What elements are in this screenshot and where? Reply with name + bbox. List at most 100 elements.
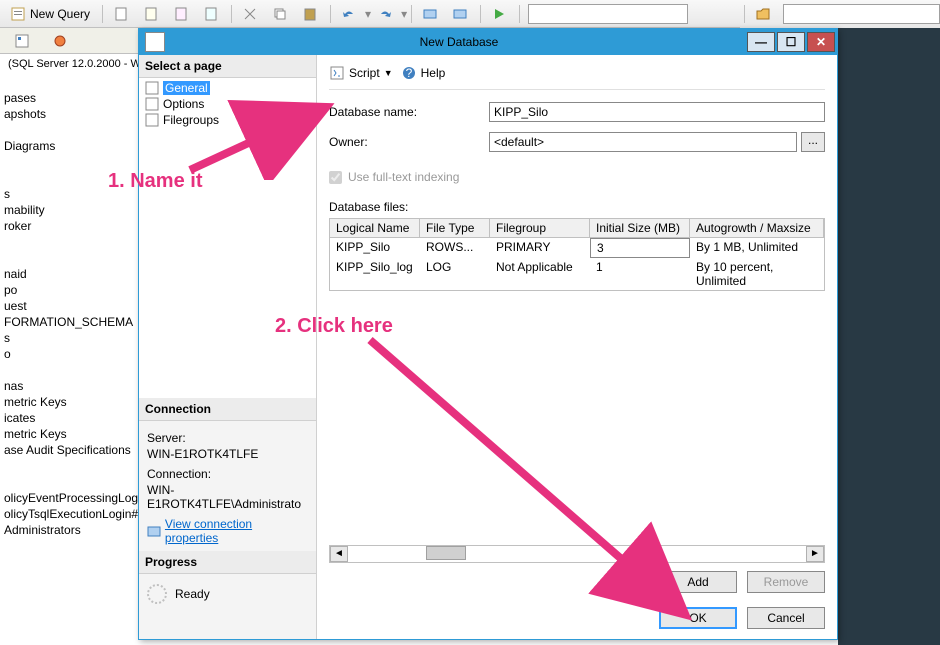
maximize-button[interactable]: ☐	[777, 32, 805, 52]
toolbar-btn-2[interactable]	[137, 4, 165, 24]
dialog-titlebar[interactable]: New Database — ☐ ✕	[139, 29, 837, 55]
undo-button[interactable]	[335, 4, 363, 24]
cut-button[interactable]	[236, 4, 264, 24]
cell-growth[interactable]: By 1 MB, Unlimited	[690, 238, 824, 258]
tree-item[interactable]: olicyTsqlExecutionLogin#	[0, 506, 138, 522]
add-button[interactable]: Add	[659, 571, 737, 593]
view-connection-properties-link[interactable]: View connection properties	[147, 517, 308, 545]
redo-button[interactable]	[371, 4, 399, 24]
nav-icon	[422, 6, 438, 22]
horizontal-scrollbar[interactable]: ◄ ►	[329, 545, 825, 563]
toolbar-combo-2[interactable]	[783, 4, 940, 24]
cancel-button[interactable]: Cancel	[747, 607, 825, 629]
cell-filegroup[interactable]: PRIMARY	[490, 238, 590, 258]
cut-icon	[242, 6, 258, 22]
copy-button[interactable]	[266, 4, 294, 24]
help-button[interactable]: ? Help	[401, 65, 446, 81]
database-files-label: Database files:	[329, 200, 825, 214]
toolbar-btn-1[interactable]	[107, 4, 135, 24]
tree-item[interactable]: uest	[0, 298, 138, 314]
paste-button[interactable]	[296, 4, 324, 24]
toolbar-combo-1[interactable]	[528, 4, 688, 24]
cell-growth[interactable]: By 10 percent, Unlimited	[690, 258, 824, 290]
scroll-thumb[interactable]	[426, 546, 466, 560]
tree-item[interactable]: pases	[0, 90, 138, 106]
scroll-left-arrow[interactable]: ◄	[330, 546, 348, 562]
folder-button[interactable]	[749, 4, 777, 24]
tree-item[interactable]: Administrators	[0, 522, 138, 538]
redo-icon	[377, 6, 393, 22]
owner-input[interactable]	[489, 132, 797, 152]
toolbar-btn-4[interactable]	[197, 4, 225, 24]
page-list: General Options Filegroups	[139, 78, 316, 398]
toolbar-separator	[744, 5, 745, 23]
doc-icon	[143, 6, 159, 22]
tree-item[interactable]: Diagrams	[0, 138, 138, 154]
tree-item[interactable]: ase Audit Specifications	[0, 442, 138, 458]
ok-button[interactable]: OK	[659, 607, 737, 629]
link-text: View connection properties	[165, 517, 308, 545]
object-explorer-tree[interactable]: pases apshots Diagrams s mability roker …	[0, 90, 138, 645]
progress-status: Ready	[175, 587, 210, 601]
tree-item[interactable]: olicyEventProcessingLogin	[0, 490, 138, 506]
play-button[interactable]	[485, 4, 513, 24]
tree-item[interactable]: metric Keys	[0, 394, 138, 410]
scroll-right-arrow[interactable]: ►	[806, 546, 824, 562]
select-page-header: Select a page	[139, 55, 316, 78]
script-button[interactable]: Script ▼	[329, 65, 393, 81]
cell-size[interactable]: 1	[590, 258, 690, 290]
toolbar-btn-nav2[interactable]	[446, 4, 474, 24]
page-general[interactable]: General	[141, 80, 314, 96]
table-row[interactable]: KIPP_Silo_log LOG Not Applicable 1 By 10…	[330, 258, 824, 290]
cell-type[interactable]: LOG	[420, 258, 490, 290]
col-file-type[interactable]: File Type	[420, 219, 490, 238]
play-icon	[491, 6, 507, 22]
sec-btn-2[interactable]	[46, 31, 74, 51]
tree-item[interactable]: nas	[0, 378, 138, 394]
tree-item[interactable]: apshots	[0, 106, 138, 122]
database-name-label: Database name:	[329, 105, 489, 119]
scroll-track[interactable]	[348, 546, 806, 562]
cell-name[interactable]: KIPP_Silo	[330, 238, 420, 258]
tree-item[interactable]: metric Keys	[0, 426, 138, 442]
database-name-input[interactable]	[489, 102, 825, 122]
new-query-button[interactable]: New Query	[4, 4, 96, 24]
toolbar-separator	[411, 5, 412, 23]
obj-explorer-icon	[14, 33, 30, 49]
cell-size[interactable]: 3	[590, 238, 690, 258]
sec-btn-1[interactable]	[8, 31, 36, 51]
page-filegroups[interactable]: Filegroups	[141, 112, 314, 128]
owner-browse-button[interactable]: ...	[801, 132, 825, 152]
minimize-button[interactable]: —	[747, 32, 775, 52]
remove-button[interactable]: Remove	[747, 571, 825, 593]
tree-item[interactable]: s	[0, 186, 138, 202]
tree-item[interactable]: po	[0, 282, 138, 298]
new-database-dialog: New Database — ☐ ✕ Select a page General…	[138, 28, 838, 640]
fulltext-checkbox	[329, 171, 342, 184]
col-logical-name[interactable]: Logical Name	[330, 219, 420, 238]
col-autogrowth[interactable]: Autogrowth / Maxsize	[690, 219, 824, 238]
new-query-label: New Query	[30, 7, 90, 21]
toolbar-btn-nav1[interactable]	[416, 4, 444, 24]
cell-name[interactable]: KIPP_Silo_log	[330, 258, 420, 290]
progress-info: Ready	[139, 574, 316, 610]
dropdown-arrow-icon: ▼	[384, 68, 393, 78]
toolbar-btn-3[interactable]	[167, 4, 195, 24]
col-initial-size[interactable]: Initial Size (MB)	[590, 219, 690, 238]
tree-item[interactable]: mability	[0, 202, 138, 218]
tree-item[interactable]: roker	[0, 218, 138, 234]
dialog-right-panel: Script ▼ ? Help Database name: Owner: ..…	[317, 55, 837, 639]
tree-item[interactable]: s	[0, 330, 138, 346]
database-files-table[interactable]: Logical Name File Type Filegroup Initial…	[329, 218, 825, 291]
tree-item[interactable]: o	[0, 346, 138, 362]
table-row[interactable]: KIPP_Silo ROWS... PRIMARY 3 By 1 MB, Unl…	[330, 238, 824, 258]
close-button[interactable]: ✕	[807, 32, 835, 52]
tree-item[interactable]: icates	[0, 410, 138, 426]
tree-item[interactable]: naid	[0, 266, 138, 282]
cell-filegroup[interactable]: Not Applicable	[490, 258, 590, 290]
owner-label: Owner:	[329, 135, 489, 149]
cell-type[interactable]: ROWS...	[420, 238, 490, 258]
page-options[interactable]: Options	[141, 96, 314, 112]
col-filegroup[interactable]: Filegroup	[490, 219, 590, 238]
tree-item[interactable]: FORMATION_SCHEMA	[0, 314, 138, 330]
